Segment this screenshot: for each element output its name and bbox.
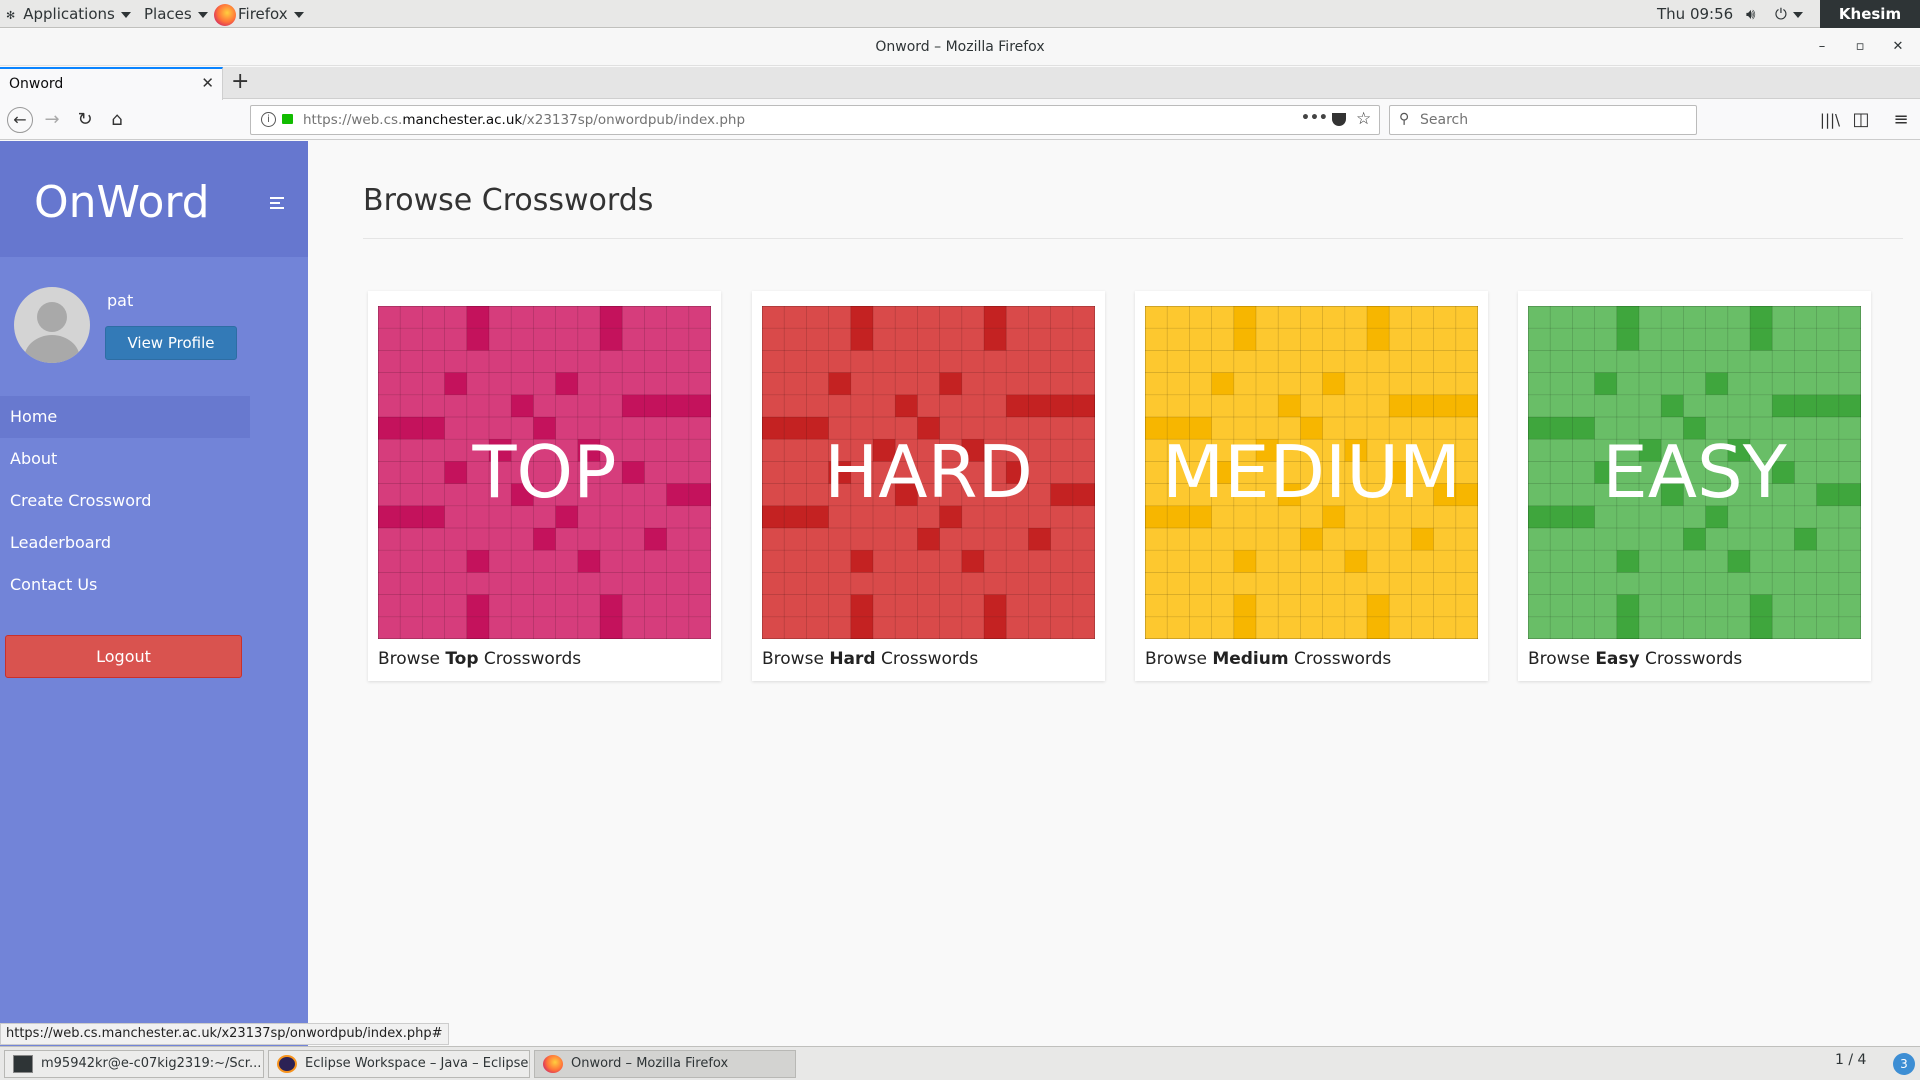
search-icon: ⚲ (1399, 111, 1410, 127)
tab-label: Onword (9, 76, 64, 92)
window-list-taskbar: m95942kr@e-c07kig2319:~/Scr... Eclipse W… (0, 1046, 1920, 1080)
reload-icon[interactable]: ↻ (72, 107, 98, 133)
new-tab-icon[interactable]: + (231, 69, 249, 95)
sidebar-item-create-crossword[interactable]: Create Crossword (0, 480, 250, 522)
pocket-icon[interactable] (1332, 113, 1346, 126)
minimize-icon[interactable]: – (1812, 37, 1832, 57)
card-caption[interactable]: Browse Medium Crosswords (1145, 649, 1391, 669)
search-placeholder: Search (1420, 112, 1469, 128)
taskbar-firefox[interactable]: Onword – Mozilla Firefox (534, 1050, 796, 1078)
logout-button[interactable]: Logout (5, 635, 242, 678)
maximize-icon[interactable]: ▫ (1850, 37, 1870, 57)
brand-area: OnWord (0, 141, 308, 257)
avatar (14, 287, 90, 363)
user-name[interactable]: Khesim Reid (1820, 0, 1920, 51)
card-caption[interactable]: Browse Hard Crosswords (762, 649, 978, 669)
page-actions-icon[interactable]: ••• (1301, 110, 1328, 126)
view-profile-button[interactable]: View Profile (105, 326, 237, 360)
hamburger-menu-icon[interactable]: ≡ (1888, 107, 1914, 133)
crossword-thumbnail[interactable]: EASY (1528, 306, 1861, 639)
back-icon[interactable]: ← (7, 107, 33, 133)
card-overlay-title: MEDIUM (1161, 430, 1462, 514)
app-sidebar: OnWord pat View Profile Home About Creat… (0, 141, 308, 1046)
forward-icon[interactable]: → (39, 107, 65, 133)
info-icon[interactable]: i (261, 112, 276, 127)
card-overlay-title: TOP (472, 430, 617, 514)
firefox-icon (214, 3, 236, 26)
workspace-indicator-icon[interactable]: 3 (1893, 1053, 1915, 1075)
sidebar-item-contact-us[interactable]: Contact Us (0, 564, 250, 606)
sidebar-item-home[interactable]: Home (0, 396, 250, 438)
system-top-bar: ✻ Applications Places Firefox Thu 09:56 🔊… (0, 0, 1920, 51)
link-status-bar: https://web.cs.manchester.ac.uk/x23137sp… (0, 1023, 449, 1045)
eclipse-icon (277, 1055, 297, 1073)
terminal-icon (13, 1055, 33, 1073)
browse-medium-card[interactable]: MEDIUM Browse Medium Crosswords (1135, 291, 1488, 681)
card-overlay-title: HARD (824, 430, 1033, 514)
home-icon[interactable]: ⌂ (104, 107, 130, 133)
card-caption[interactable]: Browse Easy Crosswords (1528, 649, 1742, 669)
crossword-thumbnail[interactable]: HARD (762, 306, 1095, 639)
crossword-thumbnail[interactable]: MEDIUM (1145, 306, 1478, 639)
gnome-icon: ✻ (6, 9, 16, 22)
clock[interactable]: Thu 09:56 (1657, 0, 1733, 28)
tab-onword[interactable]: Onword ✕ (0, 67, 223, 100)
taskbar-terminal[interactable]: m95942kr@e-c07kig2319:~/Scr... (4, 1050, 264, 1078)
window-title: Onword – Mozilla Firefox (875, 39, 1045, 55)
bookmark-star-icon[interactable]: ☆ (1356, 109, 1371, 129)
card-caption[interactable]: Browse Top Crosswords (378, 649, 581, 669)
main-content: Browse Crosswords TOP Browse Top Crosswo… (308, 141, 1920, 1046)
title-divider (363, 238, 1903, 239)
brand-logo[interactable]: OnWord (34, 177, 210, 228)
firefox-icon (543, 1055, 563, 1073)
taskbar-eclipse[interactable]: Eclipse Workspace – Java – Eclipse (268, 1050, 530, 1078)
search-bar[interactable]: ⚲ Search (1389, 105, 1697, 135)
navigation-toolbar: ← → ↻ ⌂ i https://web.cs.manchester.ac.u… (0, 100, 1920, 140)
browse-hard-card[interactable]: HARD Browse Hard Crosswords (752, 291, 1105, 681)
url-text: https://web.cs.manchester.ac.uk/x23137sp… (303, 112, 746, 128)
sidebar-item-leaderboard[interactable]: Leaderboard (0, 522, 250, 564)
browse-top-card[interactable]: TOP Browse Top Crosswords (368, 291, 721, 681)
places-menu[interactable]: Places (144, 0, 208, 28)
username: pat (107, 291, 134, 310)
applications-menu[interactable]: ✻ Applications (6, 0, 131, 28)
sidebar-toggle-icon[interactable] (270, 197, 284, 212)
card-overlay-title: EASY (1602, 430, 1787, 514)
sidebar-toggle-icon[interactable]: ◫ (1848, 107, 1874, 133)
crossword-thumbnail[interactable]: TOP (378, 306, 711, 639)
firefox-app-menu[interactable]: Firefox (214, 0, 304, 28)
url-bar[interactable]: i https://web.cs.manchester.ac.uk/x23137… (250, 105, 1380, 135)
page-title: Browse Crosswords (363, 183, 654, 218)
close-tab-icon[interactable]: ✕ (201, 74, 214, 92)
workspace-pager[interactable]: 1 / 4 (1835, 1052, 1866, 1068)
power-icon[interactable]: ⏻ (1775, 0, 1803, 28)
browse-easy-card[interactable]: EASY Browse Easy Crosswords (1518, 291, 1871, 681)
tab-strip: Onword ✕ + (0, 67, 1920, 100)
lock-icon (282, 114, 293, 124)
close-window-icon[interactable]: ✕ (1888, 37, 1908, 57)
sidebar-item-about[interactable]: About (0, 438, 250, 480)
volume-icon[interactable]: 🔊︎ (1746, 0, 1755, 28)
window-title-bar: Onword – Mozilla Firefox – ▫ ✕ (0, 29, 1920, 66)
library-icon[interactable]: |||\ (1817, 107, 1843, 133)
